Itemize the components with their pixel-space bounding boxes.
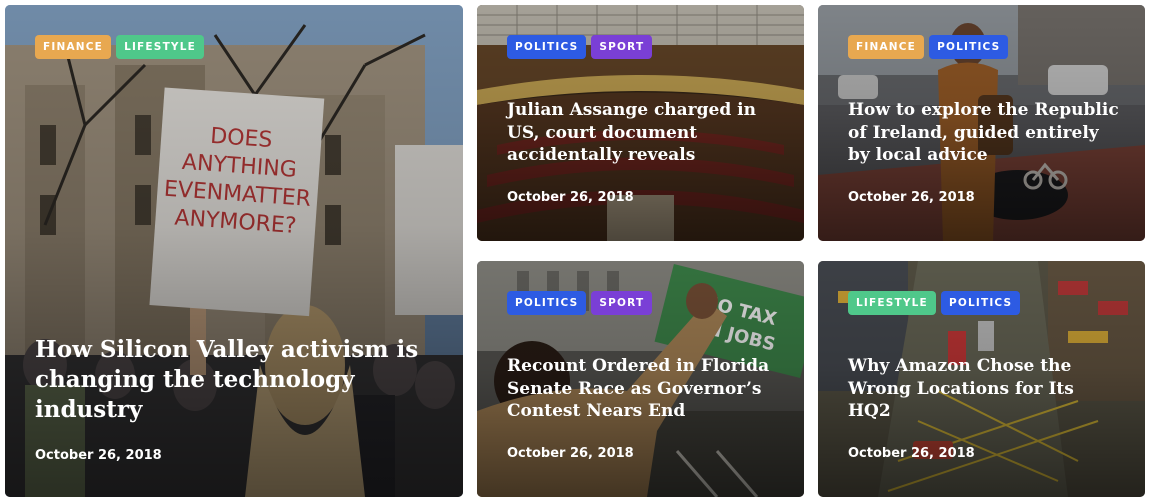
article-card-amazon-hq2[interactable]: LIFESTYLE POLITICS Why Amazon Chose the … <box>818 261 1145 497</box>
tag-list: FINANCE POLITICS <box>848 35 1009 59</box>
article-date: October 26, 2018 <box>35 448 162 463</box>
article-date: October 26, 2018 <box>507 446 634 461</box>
tag-finance[interactable]: FINANCE <box>35 35 112 59</box>
article-title[interactable]: Recount Ordered in Florida Senate Race a… <box>507 355 778 423</box>
article-card-silicon-valley[interactable]: DOES ANYTHING EVENMATTER ANYMORE? FINANC… <box>5 5 463 497</box>
tag-finance[interactable]: FINANCE <box>848 35 925 59</box>
tag-list: FINANCE LIFESTYLE <box>35 35 204 59</box>
tag-politics[interactable]: POLITICS <box>940 291 1021 315</box>
article-card-assange[interactable]: POLITICS SPORT Julian Assange charged in… <box>477 5 804 241</box>
tag-list: POLITICS SPORT <box>507 35 653 59</box>
tag-politics[interactable]: POLITICS <box>929 35 1009 59</box>
tag-politics[interactable]: POLITICS <box>507 35 587 59</box>
tag-lifestyle[interactable]: LIFESTYLE <box>116 35 204 59</box>
tag-list: LIFESTYLE POLITICS <box>848 291 1021 315</box>
tag-lifestyle[interactable]: LIFESTYLE <box>848 291 936 315</box>
article-card-florida-recount[interactable]: NO TAX ON JOBS POLITICS SPORT Recount Or… <box>477 261 804 497</box>
article-title[interactable]: How Silicon Valley activism is changing … <box>35 335 437 425</box>
article-date: October 26, 2018 <box>507 190 634 205</box>
tag-sport[interactable]: SPORT <box>591 35 653 59</box>
article-date: October 26, 2018 <box>848 446 975 461</box>
article-title[interactable]: Julian Assange charged in US, court docu… <box>507 99 778 167</box>
article-title[interactable]: Why Amazon Chose the Wrong Locations for… <box>848 355 1119 423</box>
tag-sport[interactable]: SPORT <box>591 291 653 315</box>
article-card-ireland[interactable]: FINANCE POLITICS How to explore the Repu… <box>818 5 1145 241</box>
tag-politics[interactable]: POLITICS <box>507 291 587 315</box>
article-date: October 26, 2018 <box>848 190 975 205</box>
tag-list: POLITICS SPORT <box>507 291 653 315</box>
article-title[interactable]: How to explore the Republic of Ireland, … <box>848 99 1119 167</box>
